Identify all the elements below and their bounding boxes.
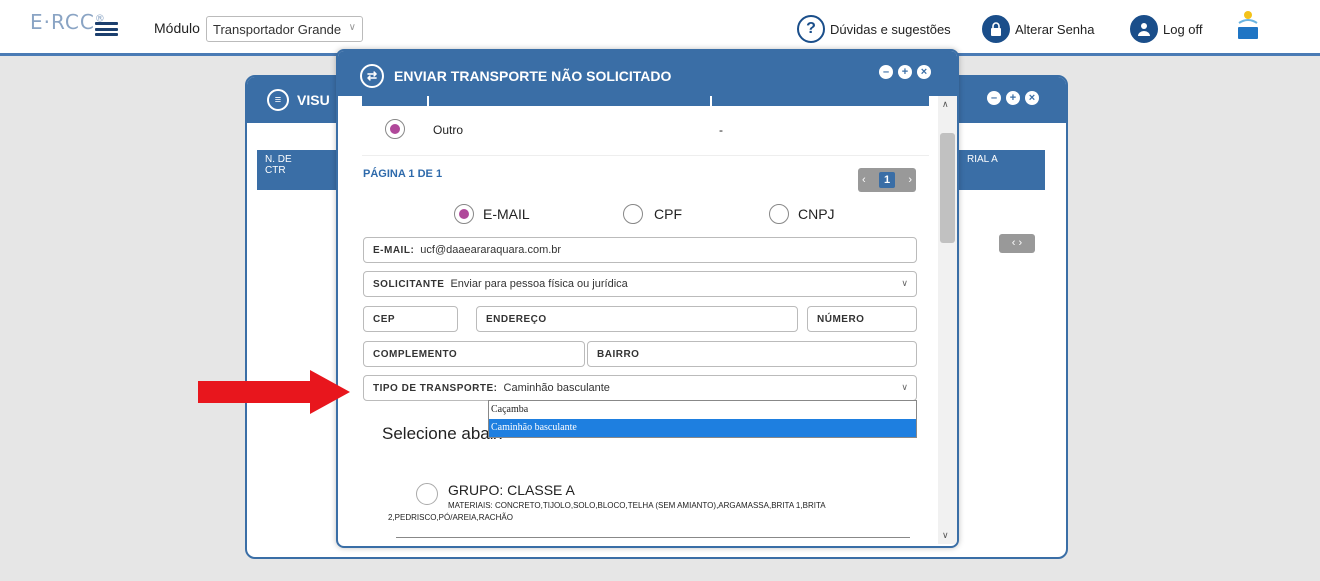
minimize-icon[interactable]: – <box>987 91 1001 105</box>
alterar-senha-link[interactable]: Alterar Senha <box>982 14 1095 44</box>
email-radio[interactable] <box>454 204 474 224</box>
prev-page-icon[interactable]: ‹ <box>862 174 866 186</box>
table-header-fragment <box>362 96 929 106</box>
modal-title: ⇄ ENVIAR TRANSPORTE NÃO SOLICITADO <box>360 64 671 88</box>
modal-pager[interactable]: ‹ 1 › <box>858 168 916 192</box>
top-bar: E·RCC® Módulo Transportador Grande ∨ ? D… <box>0 0 1320 56</box>
grupo-materials-prefix: MATERIAIS: <box>448 501 493 510</box>
hamburger-icon[interactable] <box>95 22 118 36</box>
outro-label: Outro <box>433 123 464 137</box>
tipo-transporte-dropdown: Caçamba Caminhão basculante <box>488 400 917 438</box>
scroll-up-icon[interactable]: ∧ <box>942 99 949 110</box>
divider <box>396 537 910 538</box>
background-panel-title-text: VISU <box>297 92 330 108</box>
background-panel-title: ≡ VISU <box>267 89 330 111</box>
maximize-icon[interactable]: + <box>898 65 912 79</box>
cpf-radio-label: CPF <box>654 206 682 222</box>
bairro-label: BAIRRO <box>597 349 640 360</box>
numero-field[interactable]: NÚMERO <box>807 306 917 332</box>
email-field[interactable]: E-MAIL: ucf@daaeararaquara.com.br <box>363 237 917 263</box>
scroll-down-icon[interactable]: ∨ <box>942 530 949 541</box>
email-field-label: E-MAIL: <box>373 245 415 256</box>
close-icon[interactable]: × <box>917 65 931 79</box>
outro-radio[interactable] <box>385 119 405 139</box>
modal-header: ⇄ ENVIAR TRANSPORTE NÃO SOLICITADO – + × <box>338 51 957 96</box>
bairro-field[interactable]: BAIRRO <box>587 341 917 367</box>
selecione-text: Selecione abaix <box>382 424 503 443</box>
cep-label: CEP <box>373 314 396 325</box>
modulo-label: Módulo <box>154 20 200 36</box>
minimize-icon[interactable]: – <box>879 65 893 79</box>
table-row[interactable]: Outro - <box>362 106 929 156</box>
modal-scrollbar[interactable]: ∧ ∨ <box>938 96 957 544</box>
cnpj-radio[interactable] <box>769 204 789 224</box>
maximize-icon[interactable]: + <box>1006 91 1020 105</box>
chevron-down-icon: ∨ <box>901 278 908 288</box>
tipo-transporte-label: TIPO DE TRANSPORTE: <box>373 383 498 394</box>
endereco-field[interactable]: ENDEREÇO <box>476 306 798 332</box>
numero-label: NÚMERO <box>817 314 865 325</box>
tipo-transporte-value: Caminhão basculante <box>503 382 610 394</box>
background-window-controls: – + × <box>987 91 1039 105</box>
dropdown-option-caminhao[interactable]: Caminhão basculante <box>489 419 916 437</box>
page-number[interactable]: 1 <box>878 172 896 188</box>
solicitante-label: SOLICITANTE <box>373 279 445 290</box>
red-arrow <box>198 370 350 414</box>
grupo-title: GRUPO: CLASSE A <box>448 482 575 498</box>
enviar-transporte-modal: ⇄ ENVIAR TRANSPORTE NÃO SOLICITADO – + ×… <box>336 49 959 548</box>
solicitante-select[interactable]: SOLICITANTE Enviar para pessoa física ou … <box>363 271 917 297</box>
chevron-down-icon: ∨ <box>901 382 908 392</box>
scroll-thumb[interactable] <box>940 133 955 243</box>
cpf-radio[interactable] <box>623 204 643 224</box>
duvidas-link[interactable]: ? Dúvidas e sugestões <box>797 14 951 44</box>
modulo-select-value: Transportador Grande <box>213 22 342 37</box>
page-indicator: PÁGINA 1 DE 1 <box>363 168 443 180</box>
duvidas-label: Dúvidas e sugestões <box>830 21 951 37</box>
cnpj-radio-label: CNPJ <box>798 206 835 222</box>
background-pager[interactable]: ‹ › <box>999 234 1035 253</box>
transport-icon: ⇄ <box>360 64 384 88</box>
modal-window-controls: – + × <box>879 65 931 79</box>
close-icon[interactable]: × <box>1025 91 1039 105</box>
modal-title-text: ENVIAR TRANSPORTE NÃO SOLICITADO <box>394 68 672 84</box>
complemento-field[interactable]: COMPLEMENTO <box>363 341 585 367</box>
outro-value: - <box>719 123 723 137</box>
column-header-material[interactable]: RIAL A <box>959 150 1045 190</box>
logoff-link[interactable]: Log off <box>1130 14 1203 44</box>
grupo-materials: MATERIAIS: CONCRETO,TIJOLO,SOLO,BLOCO,TE… <box>388 500 888 524</box>
column-header-ctr[interactable]: N. DE CTR <box>257 150 337 190</box>
lock-icon <box>982 15 1010 43</box>
logoff-label: Log off <box>1163 21 1203 37</box>
endereco-label: ENDEREÇO <box>486 314 547 325</box>
tipo-transporte-select[interactable]: TIPO DE TRANSPORTE: Caminhão basculante ∨ <box>363 375 917 401</box>
daae-logo <box>1236 9 1260 45</box>
email-radio-label: E-MAIL <box>483 206 530 222</box>
next-page-icon[interactable]: › <box>908 174 912 186</box>
cep-field[interactable]: CEP <box>363 306 458 332</box>
alterar-senha-label: Alterar Senha <box>1015 21 1095 37</box>
dropdown-option-cacamba[interactable]: Caçamba <box>489 401 916 419</box>
solicitante-value: Enviar para pessoa física ou jurídica <box>450 278 628 290</box>
complemento-label: COMPLEMENTO <box>373 349 458 360</box>
email-field-value: ucf@daaeararaquara.com.br <box>420 244 562 256</box>
list-icon: ≡ <box>267 89 289 111</box>
chevron-down-icon: ∨ <box>348 22 356 33</box>
question-icon: ? <box>797 15 825 43</box>
user-icon <box>1130 15 1158 43</box>
modulo-select[interactable]: Transportador Grande ∨ <box>206 16 363 42</box>
